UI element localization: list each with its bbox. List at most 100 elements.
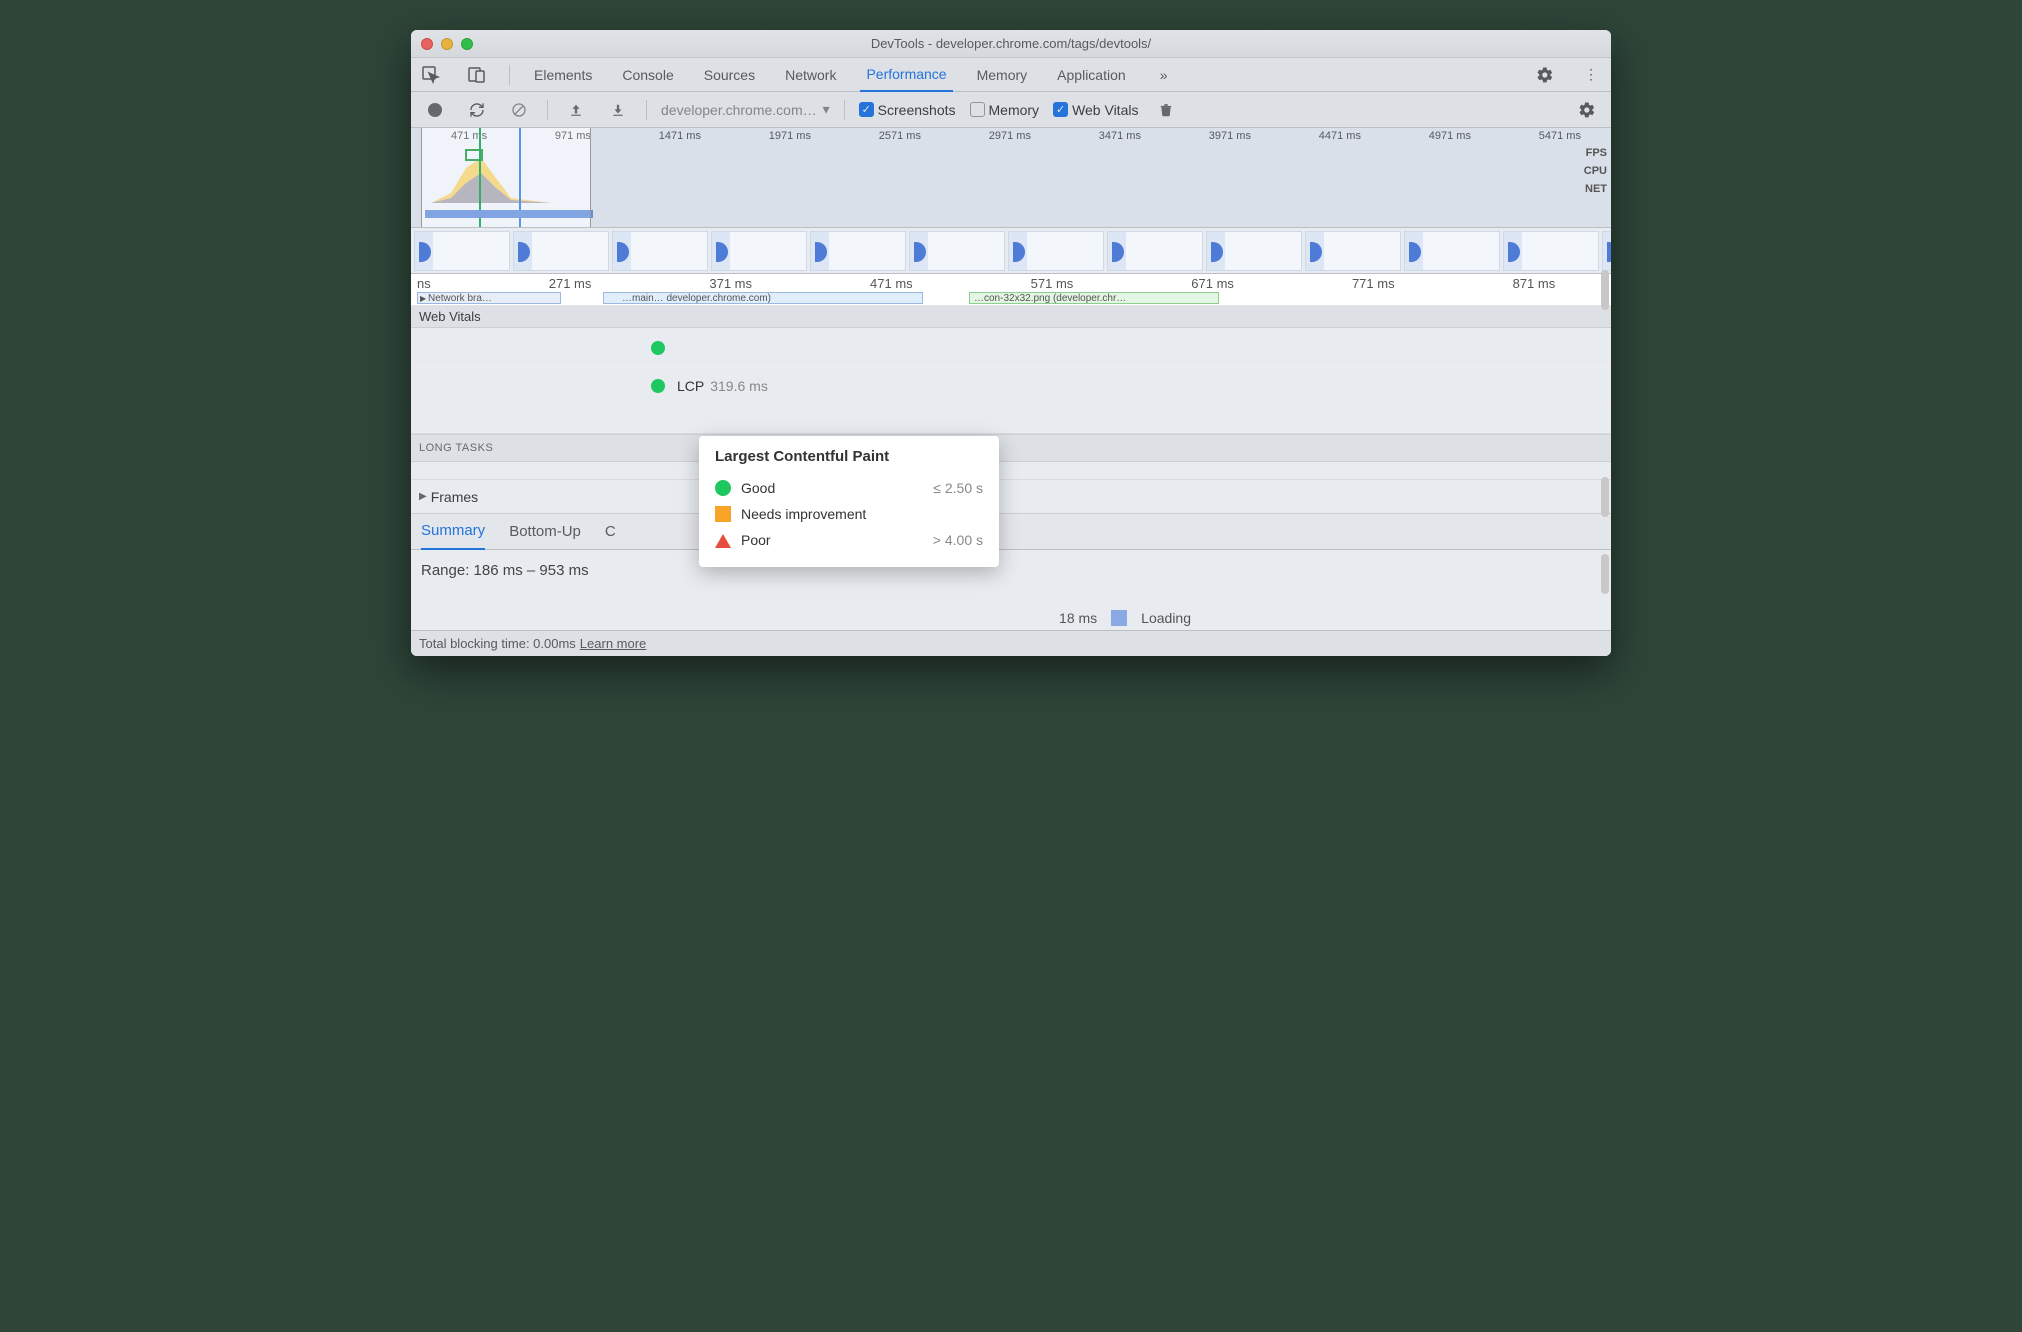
download-profile-button[interactable]: [604, 96, 632, 124]
summary-panel: Range: 186 ms – 953 ms 18 ms Loading: [411, 550, 1611, 630]
tooltip-row-good: Good ≤ 2.50 s: [715, 475, 983, 501]
upload-profile-button[interactable]: [562, 96, 590, 124]
network-request-bar[interactable]: Network bra…: [417, 292, 561, 304]
good-threshold: ≤ 2.50 s: [933, 480, 983, 496]
scrollbar-thumb[interactable]: [1601, 477, 1609, 517]
tab-memory[interactable]: Memory: [971, 58, 1034, 92]
overview-ticks: 471 ms 971 ms 1471 ms 1971 ms 2571 ms 29…: [411, 128, 1611, 142]
tab-performance[interactable]: Performance: [860, 58, 952, 92]
tooltip-row-needs: Needs improvement: [715, 501, 983, 527]
inspect-icon[interactable]: [417, 61, 445, 89]
reload-button[interactable]: [463, 96, 491, 124]
screenshot-thumb[interactable]: [1206, 231, 1302, 271]
memory-label: Memory: [989, 102, 1040, 118]
tick: ns: [417, 276, 431, 291]
network-request-bar[interactable]: …con-32x32.png (developer.chr…: [969, 292, 1219, 304]
overview-minimap[interactable]: 471 ms 971 ms 1471 ms 1971 ms 2571 ms 29…: [411, 128, 1611, 228]
tab-console[interactable]: Console: [616, 58, 679, 92]
loading-ms: 18 ms: [1059, 610, 1097, 626]
profile-selector[interactable]: developer.chrome.com… ▾: [661, 101, 830, 118]
device-toggle-icon[interactable]: [463, 61, 491, 89]
screenshot-thumb[interactable]: [513, 231, 609, 271]
panel-tabs: Elements Console Sources Network Perform…: [411, 58, 1611, 92]
frames-section[interactable]: Frames: [411, 480, 1611, 514]
screenshot-thumb[interactable]: [1107, 231, 1203, 271]
tab-call-tree[interactable]: C: [605, 523, 616, 540]
tick: 2571 ms: [879, 130, 921, 142]
checkbox-checked-icon: ✓: [1053, 102, 1068, 117]
learn-more-link[interactable]: Learn more: [580, 636, 646, 651]
webvitals-checkbox[interactable]: ✓ Web Vitals: [1053, 102, 1138, 118]
garbage-collect-button[interactable]: [1152, 96, 1180, 124]
tick: 671 ms: [1191, 276, 1234, 291]
lcp-marker-dot[interactable]: [651, 379, 665, 393]
screenshot-thumb[interactable]: [909, 231, 1005, 271]
divider: [646, 100, 647, 120]
screenshot-thumb[interactable]: [711, 231, 807, 271]
webvitals-section-header[interactable]: Web Vitals: [411, 306, 1611, 328]
more-tabs-icon[interactable]: »: [1150, 61, 1178, 89]
webvitals-label: Web Vitals: [1072, 102, 1138, 118]
tab-bottom-up[interactable]: Bottom-Up: [509, 523, 581, 540]
fps-label: FPS: [1584, 144, 1607, 162]
long-tasks-header[interactable]: LONG TASKS: [411, 434, 1611, 462]
overview-row-labels: FPS CPU NET: [1584, 144, 1607, 198]
kebab-menu-icon[interactable]: ⋮: [1577, 61, 1605, 89]
tick: 471 ms: [870, 276, 913, 291]
needs-square-icon: [715, 506, 731, 522]
divider: [547, 100, 548, 120]
lcp-legend-tooltip: Largest Contentful Paint Good ≤ 2.50 s N…: [699, 436, 999, 567]
summary-loading-row: 18 ms Loading: [1059, 610, 1191, 626]
divider: [509, 65, 510, 85]
screenshot-thumb[interactable]: [1008, 231, 1104, 271]
cpu-label: CPU: [1584, 162, 1607, 180]
network-request-bar[interactable]: …main… developer.chrome.com): [603, 292, 923, 304]
tab-application[interactable]: Application: [1051, 58, 1132, 92]
screenshot-thumb[interactable]: [1503, 231, 1599, 271]
flame-chart-header[interactable]: ns 271 ms 371 ms 471 ms 571 ms 671 ms 77…: [411, 274, 1611, 306]
screenshot-thumb[interactable]: [612, 231, 708, 271]
status-bar: Total blocking time: 0.00ms Learn more: [411, 630, 1611, 656]
capture-settings-icon[interactable]: [1573, 96, 1601, 124]
screenshots-checkbox[interactable]: ✓ Screenshots: [859, 102, 956, 118]
details-tabs: Summary Bottom-Up C: [411, 514, 1611, 550]
screenshot-thumb[interactable]: [1305, 231, 1401, 271]
tick: 271 ms: [549, 276, 592, 291]
screenshot-thumb[interactable]: [414, 231, 510, 271]
memory-checkbox[interactable]: Memory: [970, 102, 1040, 118]
clear-button[interactable]: [505, 96, 533, 124]
tick: 1471 ms: [659, 130, 701, 142]
flame-ticks: ns 271 ms 371 ms 471 ms 571 ms 671 ms 77…: [411, 274, 1611, 291]
overview-selection[interactable]: [421, 128, 591, 227]
scrollbar-thumb[interactable]: [1601, 554, 1609, 594]
window-title: DevTools - developer.chrome.com/tags/dev…: [411, 36, 1611, 51]
scrollbar-thumb[interactable]: [1601, 270, 1609, 310]
screenshot-thumb[interactable]: [1602, 231, 1611, 271]
tick: 2971 ms: [989, 130, 1031, 142]
loading-label: Loading: [1141, 610, 1191, 626]
tab-network[interactable]: Network: [779, 58, 842, 92]
devtools-window: DevTools - developer.chrome.com/tags/dev…: [411, 30, 1611, 656]
screenshot-thumb[interactable]: [1404, 231, 1500, 271]
tab-summary[interactable]: Summary: [421, 514, 485, 550]
settings-icon[interactable]: [1531, 61, 1559, 89]
tick: 571 ms: [1031, 276, 1074, 291]
webvitals-lane-fcp[interactable]: [411, 328, 1611, 368]
tab-sources[interactable]: Sources: [698, 58, 761, 92]
tooltip-row-poor: Poor > 4.00 s: [715, 527, 983, 553]
screenshot-thumb[interactable]: [810, 231, 906, 271]
tab-elements[interactable]: Elements: [528, 58, 598, 92]
screenshot-filmstrip[interactable]: [411, 228, 1611, 274]
total-blocking-time: Total blocking time: 0.00ms: [419, 636, 576, 651]
tick: 4471 ms: [1319, 130, 1361, 142]
performance-toolbar: developer.chrome.com… ▾ ✓ Screenshots Me…: [411, 92, 1611, 128]
profile-selector-label: developer.chrome.com…: [661, 102, 817, 118]
record-button[interactable]: [421, 96, 449, 124]
webvitals-lane-lcp[interactable]: LCP 319.6 ms: [411, 368, 1611, 404]
lcp-value: 319.6 ms: [710, 378, 768, 394]
fcp-marker-dot[interactable]: [651, 341, 665, 355]
tick: 3971 ms: [1209, 130, 1251, 142]
tooltip-title: Largest Contentful Paint: [715, 448, 983, 465]
tick: 1971 ms: [769, 130, 811, 142]
range-text: Range: 186 ms – 953 ms: [421, 562, 1601, 579]
